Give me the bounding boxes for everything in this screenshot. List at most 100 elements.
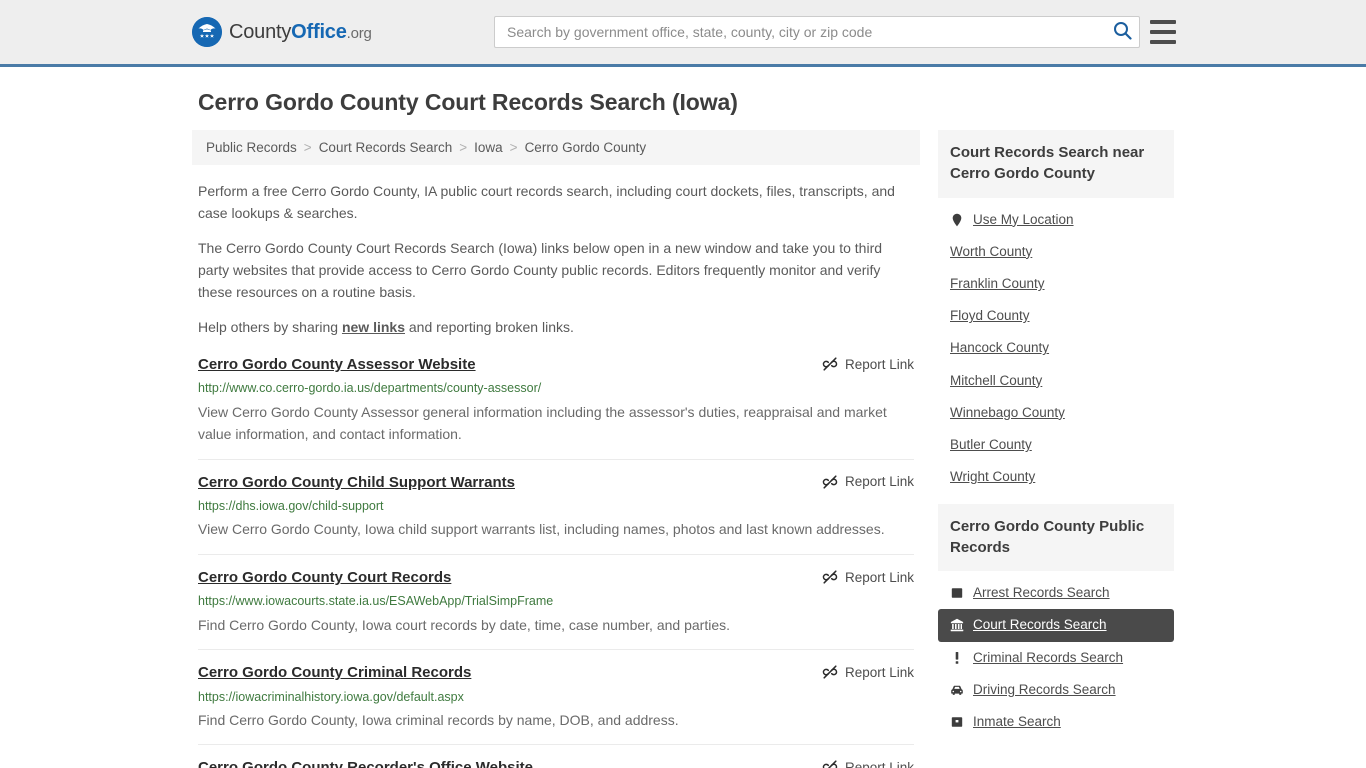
report-link-button[interactable]: Report Link (822, 473, 914, 490)
result-title-link[interactable]: Cerro Gordo County Assessor Website (198, 355, 476, 375)
menu-bar-1 (1150, 20, 1176, 24)
result-url[interactable]: https://dhs.iowa.gov/child-support (198, 498, 914, 514)
broken-link-icon (822, 759, 838, 768)
result-item: Cerro Gordo County Criminal Records Repor… (198, 663, 914, 746)
result-url[interactable]: https://www.iowacourts.state.ia.us/ESAWe… (198, 593, 914, 609)
intro-paragraph-2: The Cerro Gordo County Court Records Sea… (198, 240, 883, 300)
sidebar-item-criminal-records-search[interactable]: Criminal Records Search (938, 642, 1174, 674)
intro-paragraph-1: Perform a free Cerro Gordo County, IA pu… (198, 183, 895, 221)
result-header: Cerro Gordo County Recorder's Office Web… (198, 758, 914, 768)
sidebar-block-public-records: Cerro Gordo County Public Records Arrest… (938, 503, 1174, 739)
result-url[interactable]: http://www.co.cerro-gordo.ia.us/departme… (198, 380, 914, 396)
jail-icon (950, 715, 964, 729)
sidebar-item-label: Mitchell County (950, 372, 1043, 388)
exclamation-icon (950, 651, 964, 665)
site-logo[interactable]: CountyOffice.org (192, 17, 372, 47)
result-title-link[interactable]: Cerro Gordo County Child Support Warrant… (198, 473, 515, 493)
intro-p3-before: Help others by sharing (198, 319, 342, 336)
report-link-button[interactable]: Report Link (822, 663, 914, 680)
logo-text-county: County (229, 20, 292, 43)
content-row: Public Records > Court Records Search > … (192, 130, 1174, 768)
report-link-label: Report Link (844, 759, 914, 768)
eagle-seal-icon (192, 17, 222, 47)
logo-text-org: .org (346, 24, 372, 42)
report-link-button[interactable]: Report Link (822, 355, 914, 372)
sidebar-item-mitchell-county[interactable]: Mitchell County (938, 365, 1174, 397)
search-input[interactable] (495, 17, 1105, 47)
courthouse-icon (950, 618, 964, 632)
hamburger-menu-icon[interactable] (1150, 20, 1176, 44)
sidebar-item-driving-records-search[interactable]: Driving Records Search (938, 674, 1174, 706)
car-icon (950, 683, 964, 697)
site-header: CountyOffice.org (0, 0, 1366, 67)
sidebar-public-records-list: Arrest Records Search Court Records Searc… (938, 571, 1174, 738)
report-link-button[interactable]: Report Link (822, 568, 914, 585)
sidebar-item-label: Franklin County (950, 276, 1045, 292)
intro-p3-after: and reporting broken links. (405, 319, 574, 336)
results-list: Cerro Gordo County Assessor Website Repor… (192, 355, 920, 768)
main-column: Public Records > Court Records Search > … (192, 130, 920, 768)
menu-bar-2 (1150, 30, 1176, 34)
result-item: Cerro Gordo County Assessor Website Repor… (198, 355, 914, 460)
sidebar-item-hancock-county[interactable]: Hancock County (938, 332, 1174, 364)
search-bar (494, 16, 1140, 48)
sidebar-item-label: Use My Location (973, 211, 1074, 227)
result-description: Find Cerro Gordo County, Iowa court reco… (198, 616, 730, 633)
search-icon (1113, 21, 1132, 43)
breadcrumb-item-0[interactable]: Public Records (206, 140, 297, 155)
result-description: View Cerro Gordo County, Iowa child supp… (198, 521, 885, 538)
map-pin-icon (950, 213, 964, 227)
search-button[interactable] (1105, 17, 1139, 47)
result-header: Cerro Gordo County Court Records Report L… (198, 568, 914, 588)
result-title-link[interactable]: Cerro Gordo County Criminal Records (198, 663, 471, 683)
result-header: Cerro Gordo County Criminal Records Repor… (198, 663, 914, 683)
result-item: Cerro Gordo County Recorder's Office Web… (198, 758, 914, 768)
sidebar-item-label: Inmate Search (973, 714, 1061, 730)
sidebar-block-nearby: Court Records Search near Cerro Gordo Co… (938, 130, 1174, 494)
sidebar-item-label: Driving Records Search (973, 681, 1116, 697)
result-title-link[interactable]: Cerro Gordo County Recorder's Office Web… (198, 758, 533, 768)
sidebar-item-use-my-location[interactable]: Use My Location (938, 204, 1174, 236)
result-item: Cerro Gordo County Child Support Warrant… (198, 473, 914, 556)
breadcrumb-item-3[interactable]: Cerro Gordo County (525, 140, 647, 155)
sidebar-item-franklin-county[interactable]: Franklin County (938, 268, 1174, 300)
sidebar-item-worth-county[interactable]: Worth County (938, 236, 1174, 268)
sidebar-item-court-records-search[interactable]: Court Records Search (938, 609, 1174, 642)
intro-paragraph-3: Help others by sharing new links and rep… (198, 317, 914, 339)
broken-link-icon (822, 356, 838, 372)
report-link-label: Report Link (844, 474, 914, 490)
result-url[interactable]: https://iowacriminalhistory.iowa.gov/def… (198, 689, 914, 705)
logo-text-office: Office (291, 20, 347, 43)
sidebar-nearby-list: Use My Location Worth County Franklin Coun… (938, 198, 1174, 494)
new-links-link[interactable]: new links (342, 319, 405, 335)
breadcrumb-item-2[interactable]: Iowa (474, 140, 503, 155)
result-title-link[interactable]: Cerro Gordo County Court Records (198, 568, 451, 588)
sidebar-item-label: Worth County (950, 243, 1033, 259)
sidebar-item-label: Wright County (950, 469, 1036, 485)
sidebar-item-label: Floyd County (950, 308, 1030, 324)
result-header: Cerro Gordo County Assessor Website Repor… (198, 355, 914, 375)
fingerprint-icon (950, 586, 964, 600)
report-link-label: Report Link (844, 664, 914, 680)
sidebar-item-winnebago-county[interactable]: Winnebago County (938, 397, 1174, 429)
result-description: View Cerro Gordo County Assessor general… (198, 403, 887, 443)
result-description: Find Cerro Gordo County, Iowa criminal r… (198, 711, 679, 728)
sidebar-item-label: Butler County (950, 437, 1032, 453)
broken-link-icon (822, 569, 838, 585)
sidebar-item-arrest-records-search[interactable]: Arrest Records Search (938, 577, 1174, 609)
breadcrumb-separator-2: > (509, 140, 518, 155)
report-link-button[interactable]: Report Link (822, 758, 914, 768)
sidebar-item-floyd-county[interactable]: Floyd County (938, 300, 1174, 332)
broken-link-icon (822, 664, 838, 680)
intro-section: Perform a free Cerro Gordo County, IA pu… (192, 181, 920, 339)
result-header: Cerro Gordo County Child Support Warrant… (198, 473, 914, 493)
sidebar-item-label: Court Records Search (973, 617, 1107, 633)
sidebar-item-label: Winnebago County (950, 404, 1065, 420)
breadcrumb-separator-0: > (303, 140, 312, 155)
sidebar-heading-nearby: Court Records Search near Cerro Gordo Co… (938, 130, 1174, 198)
sidebar-item-butler-county[interactable]: Butler County (938, 429, 1174, 461)
breadcrumb-item-1[interactable]: Court Records Search (319, 140, 453, 155)
sidebar-item-inmate-search[interactable]: Inmate Search (938, 706, 1174, 738)
sidebar-item-wright-county[interactable]: Wright County (938, 461, 1174, 493)
sidebar-heading-public-records: Cerro Gordo County Public Records (938, 503, 1174, 572)
